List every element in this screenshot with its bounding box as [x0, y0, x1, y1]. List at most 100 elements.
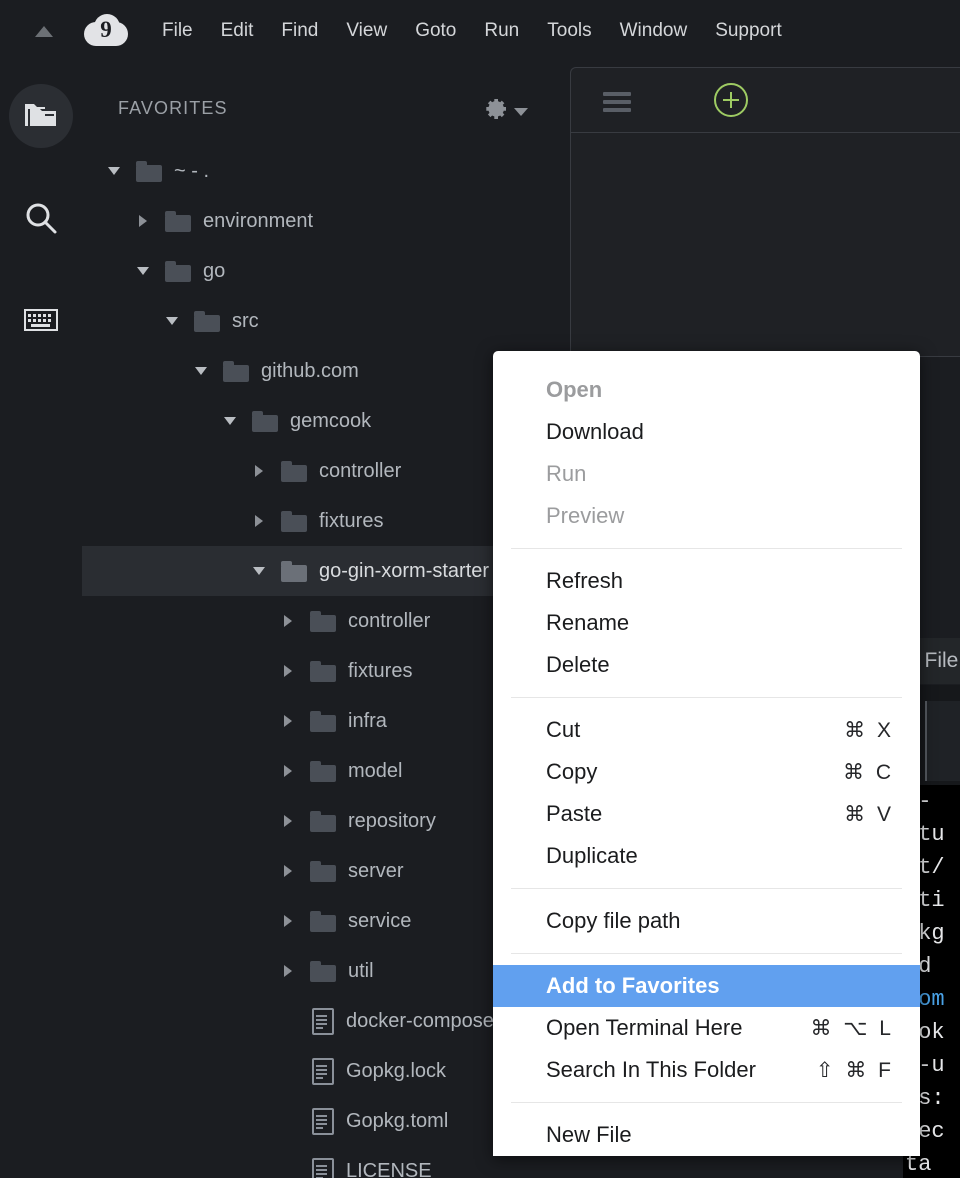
- menu-separator: [511, 1102, 902, 1103]
- menu-bar-item-support[interactable]: Support: [701, 0, 796, 62]
- activity-rail: [0, 62, 82, 1178]
- context-menu-item-cut[interactable]: Cut ⌘ X: [493, 709, 920, 751]
- file-icon: [312, 1058, 334, 1085]
- menu-bar-item-find[interactable]: Find: [267, 0, 332, 62]
- tree-row-label: LICENSE: [346, 1160, 432, 1178]
- context-menu-item-paste[interactable]: Paste⌘ V: [493, 793, 920, 835]
- folder-icon: [310, 611, 336, 632]
- chevron-down-icon[interactable]: [218, 417, 242, 425]
- file-icon: [312, 1158, 334, 1178]
- folder-icon: [310, 861, 336, 882]
- context-menu-item-label: Cut: [546, 717, 580, 743]
- tree-row[interactable]: go: [82, 246, 570, 296]
- folder-icon: [252, 411, 278, 432]
- tree-row-label: model: [348, 760, 402, 783]
- context-menu-item-delete[interactable]: Delete: [493, 644, 920, 686]
- folder-icon: [310, 961, 336, 982]
- cloud9-logo-icon[interactable]: 9: [78, 12, 134, 50]
- tree-row-label: src: [232, 310, 259, 333]
- file-context-menu[interactable]: OpenDownloadRunPreviewRefreshRenameDelet…: [493, 351, 920, 1156]
- chevron-right-icon[interactable]: [131, 215, 155, 227]
- context-menu-item-open-terminal-here[interactable]: Open Terminal Here ⌘ ⌥ L: [493, 1007, 920, 1049]
- menu-bar-item-view[interactable]: View: [332, 0, 401, 62]
- tree-row[interactable]: src: [82, 296, 570, 346]
- search-icon: [24, 201, 58, 240]
- chevron-down-icon[interactable]: [189, 367, 213, 375]
- tree-row-label: environment: [203, 210, 313, 233]
- tree-row-label: repository: [348, 810, 436, 833]
- context-menu-item-copy[interactable]: Copy⌘ C: [493, 751, 920, 793]
- menu-separator: [511, 548, 902, 549]
- context-menu-item-label: Open: [546, 377, 602, 403]
- context-menu-item-label: Open Terminal Here: [546, 1015, 742, 1041]
- logo-badge: 9: [80, 12, 132, 50]
- chevron-right-icon[interactable]: [276, 965, 300, 977]
- context-menu-item-rename[interactable]: Rename: [493, 602, 920, 644]
- chevron-down-icon[interactable]: [160, 317, 184, 325]
- chevron-right-icon[interactable]: [276, 915, 300, 927]
- menu-bar-item-run[interactable]: Run: [470, 0, 533, 62]
- context-menu-item-label: Preview: [546, 503, 624, 529]
- tree-row-label: infra: [348, 710, 387, 733]
- folder-icon: [281, 561, 307, 582]
- menu-bar-item-file[interactable]: File: [148, 0, 207, 62]
- tree-row-label: Gopkg.lock: [346, 1060, 446, 1083]
- favorites-title: FAVORITES: [118, 98, 228, 119]
- tree-row-label: gemcook: [290, 410, 371, 433]
- folder-icon: [24, 100, 58, 133]
- file-icon: [312, 1008, 334, 1035]
- rail-item-keyboard-shortcuts[interactable]: [9, 290, 73, 354]
- chevron-right-icon[interactable]: [276, 815, 300, 827]
- context-menu-item-add-to-favorites[interactable]: Add to Favorites: [493, 965, 920, 1007]
- context-menu-item-download[interactable]: Download: [493, 411, 920, 453]
- chevron-down-icon[interactable]: [247, 567, 271, 575]
- folder-icon: [281, 511, 307, 532]
- menu-separator: [511, 697, 902, 698]
- context-menu-item-new-file[interactable]: New File: [493, 1114, 920, 1156]
- context-menu-item-label: Copy file path: [546, 908, 681, 934]
- rail-item-search[interactable]: [9, 188, 73, 252]
- tree-row-label: fixtures: [319, 510, 383, 533]
- context-menu-item-shortcut: ⌘ V: [844, 802, 894, 827]
- sidebar-settings-button[interactable]: [482, 96, 528, 127]
- context-menu-item-copy-file-path[interactable]: Copy file path: [493, 900, 920, 942]
- context-menu-item-label: Download: [546, 419, 644, 445]
- chevron-right-icon[interactable]: [276, 765, 300, 777]
- folder-icon: [310, 661, 336, 682]
- chevron-right-icon[interactable]: [247, 465, 271, 477]
- menu-bar-item-edit[interactable]: Edit: [207, 0, 268, 62]
- chevron-right-icon[interactable]: [276, 715, 300, 727]
- menu-bar-item-tools[interactable]: Tools: [533, 0, 605, 62]
- context-menu-item-search-in-this-folder[interactable]: Search In This Folder⇧ ⌘ F: [493, 1049, 920, 1091]
- plus-circle-icon[interactable]: [714, 83, 748, 117]
- tree-row[interactable]: ~ - .: [82, 146, 570, 196]
- chevron-right-icon[interactable]: [276, 865, 300, 877]
- chevron-down-icon[interactable]: [102, 167, 126, 175]
- tree-row[interactable]: environment: [82, 196, 570, 246]
- context-menu-item-duplicate[interactable]: Duplicate: [493, 835, 920, 877]
- folder-icon: [223, 361, 249, 382]
- chevron-down-icon[interactable]: [131, 267, 155, 275]
- gear-icon: [482, 96, 508, 127]
- cloud9-ide-window: 9 FileEditFindViewGotoRunToolsWindowSupp…: [0, 0, 960, 1178]
- chevron-right-icon[interactable]: [247, 515, 271, 527]
- file-icon: [312, 1108, 334, 1135]
- menu-bar-item-window[interactable]: Window: [606, 0, 702, 62]
- favorites-header: FAVORITES: [82, 88, 570, 128]
- menu-bar-item-goto[interactable]: Goto: [401, 0, 470, 62]
- tree-row-label: go: [203, 260, 225, 283]
- triangle-up-icon[interactable]: [24, 26, 64, 37]
- chevron-right-icon[interactable]: [276, 615, 300, 627]
- menu-bar: 9 FileEditFindViewGotoRunToolsWindowSupp…: [0, 0, 960, 62]
- tree-row-label: controller: [348, 610, 430, 633]
- chevron-right-icon[interactable]: [276, 665, 300, 677]
- rail-item-file-explorer[interactable]: [9, 84, 73, 148]
- editor-toolbar: [571, 68, 960, 133]
- menu-separator: [511, 953, 902, 954]
- context-menu-item-label: Delete: [546, 652, 610, 678]
- hamburger-icon[interactable]: [603, 92, 631, 116]
- context-menu-item-refresh[interactable]: Refresh: [493, 560, 920, 602]
- context-menu-item-shortcut: ⌘ X: [844, 718, 894, 743]
- folder-icon: [194, 311, 220, 332]
- context-menu-item-shortcut: ⌘ ⌥ L: [810, 1016, 894, 1041]
